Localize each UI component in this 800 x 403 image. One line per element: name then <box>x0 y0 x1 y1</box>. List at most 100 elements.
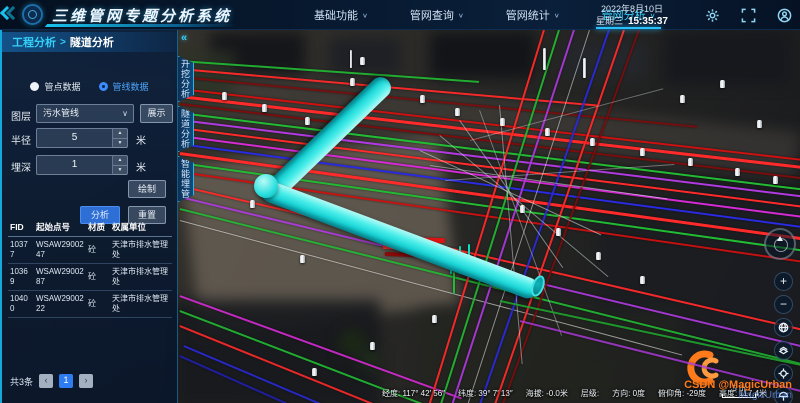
table-row[interactable]: 10377WSAW2900247 砼天津市排水管理处 <box>8 237 172 264</box>
watermark: CSDN @MagicUrban MagicUrban <box>684 379 792 401</box>
manhole-point <box>590 138 595 146</box>
manhole-point <box>520 205 525 213</box>
manhole-point <box>688 158 693 166</box>
manhole-point <box>596 252 601 260</box>
step-down-icon[interactable]: ▼ <box>113 166 127 175</box>
tab-label: 开挖分析 <box>179 59 192 99</box>
manhole-point <box>420 95 425 103</box>
tab-excavation-analysis[interactable]: 开挖分析 <box>178 56 194 102</box>
manhole-point <box>500 118 505 126</box>
header-icons <box>704 0 792 30</box>
map-building <box>330 38 400 74</box>
depth-value: 1 <box>37 156 112 174</box>
status-altitude: 海拔: -0.0米 <box>526 388 568 399</box>
page-number-button[interactable]: 1 <box>59 374 73 388</box>
globe-icon[interactable] <box>774 318 793 337</box>
layers-icon[interactable] <box>774 341 793 360</box>
map-building <box>430 32 535 78</box>
manhole-point <box>312 368 317 376</box>
step-up-icon[interactable]: ▲ <box>113 129 127 139</box>
panel-collapse-button[interactable]: « <box>181 32 187 44</box>
table-row[interactable]: 10369WSAW2900287 砼天津市排水管理处 <box>8 264 172 291</box>
breadcrumb-parent[interactable]: 工程分析 <box>12 34 56 50</box>
radius-value: 5 <box>37 129 112 147</box>
manhole-point <box>455 108 460 116</box>
header-deco-chevrons-icon <box>2 4 20 26</box>
layer-row: 图层 污水管线 ∨ 展示 <box>2 104 177 124</box>
depth-row: 埋深 1 ▲ ▼ 米 <box>2 155 177 175</box>
manhole-point <box>720 80 725 88</box>
user-icon[interactable] <box>776 7 792 23</box>
radio-on-icon <box>99 82 108 91</box>
col-owner: 权属单位 <box>110 218 172 237</box>
manhole-point <box>556 228 561 236</box>
col-fid: FID <box>8 218 34 237</box>
date-text: 2022年8月10日 <box>596 3 668 15</box>
radius-stepper: ▲ ▼ <box>112 129 127 147</box>
result-table: FID 起始点号 材质 权属单位 10377WSAW2900247 砼天津市排水… <box>8 218 172 318</box>
chevron-down-icon: ∨ <box>458 11 464 18</box>
depth-input[interactable]: 1 ▲ ▼ <box>36 155 128 175</box>
menu-basic-functions[interactable]: 基础功能 ∨ <box>300 0 382 30</box>
radio-label: 管点数据 <box>44 80 80 93</box>
manhole-point <box>370 342 375 350</box>
radio-label: 管线数据 <box>113 80 149 93</box>
status-latitude: 纬度: 39° 7′ 13″ <box>458 388 513 399</box>
tunnel-corner-joint <box>254 174 278 198</box>
manhole-point <box>350 50 352 68</box>
title-underline <box>45 24 238 27</box>
zoom-in-icon[interactable]: + <box>774 272 793 291</box>
radius-row: 半径 5 ▲ ▼ 米 <box>2 128 177 148</box>
table-header-row: FID 起始点号 材质 权属单位 <box>8 218 172 237</box>
manhole-point <box>545 128 550 136</box>
map-building <box>665 32 790 84</box>
step-up-icon[interactable]: ▲ <box>113 156 127 166</box>
table-row[interactable]: 10400WSAW2900222 砼天津市排水管理处 <box>8 291 172 318</box>
draw-button[interactable]: 绘制 <box>128 180 166 198</box>
menu-label: 管网查询 <box>410 7 454 23</box>
pagination-total: 共3条 <box>10 375 33 388</box>
app-logo-icon <box>22 4 43 25</box>
page-prev-button[interactable]: ‹ <box>39 374 53 388</box>
manhole-point <box>222 92 227 100</box>
manhole-point <box>250 200 255 208</box>
step-down-icon[interactable]: ▼ <box>113 139 127 148</box>
manhole-point <box>773 176 778 184</box>
fullscreen-icon[interactable] <box>740 7 756 23</box>
compass-widget[interactable] <box>764 228 796 260</box>
layer-select[interactable]: 污水管线 ∨ <box>36 104 134 123</box>
chevron-down-icon: ∨ <box>362 11 368 18</box>
time-text: 星期三15:35:37 <box>596 15 668 28</box>
manhole-point <box>757 120 762 128</box>
pipeline <box>453 272 455 294</box>
menu-label: 管网统计 <box>506 7 550 23</box>
radius-input[interactable]: 5 ▲ ▼ <box>36 128 128 148</box>
radio-line-data[interactable]: 管线数据 <box>99 80 149 93</box>
menu-pipe-query[interactable]: 管网查询 ∨ <box>396 0 478 30</box>
pagination: 共3条 ‹ 1 › <box>10 374 93 388</box>
tab-smart-pipe-laying[interactable]: 智能埋管 <box>178 156 194 202</box>
page-next-button[interactable]: › <box>79 374 93 388</box>
manhole-point <box>640 276 645 284</box>
manhole-point <box>735 168 740 176</box>
col-material: 材质 <box>86 218 110 237</box>
radio-off-icon <box>30 82 39 91</box>
col-start-point: 起始点号 <box>34 218 86 237</box>
settings-icon[interactable] <box>704 7 720 23</box>
menu-pipe-statistics[interactable]: 管网统计 ∨ <box>492 0 574 30</box>
tab-label: 智能埋管 <box>179 159 192 199</box>
manhole-point <box>680 95 685 103</box>
data-type-radios: 管点数据 管线数据 <box>2 80 177 93</box>
radio-point-data[interactable]: 管点数据 <box>30 80 80 93</box>
depth-stepper: ▲ ▼ <box>112 156 127 174</box>
radius-label: 半径 <box>11 132 31 147</box>
depth-unit: 米 <box>136 159 146 174</box>
app-root: + − 经度: 117° 42′ 56″ 纬度: 39° 7′ 13″ 海拔: … <box>0 0 800 403</box>
status-direction: 方向: 0度 <box>612 388 645 399</box>
zoom-out-icon[interactable]: − <box>774 295 793 314</box>
breadcrumb-separator: > <box>60 37 66 48</box>
tab-tunnel-analysis[interactable]: 隧道分析 <box>178 106 194 152</box>
layer-select-value: 污水管线 <box>43 108 79 118</box>
radius-unit: 米 <box>136 132 146 147</box>
show-button[interactable]: 展示 <box>140 104 173 123</box>
